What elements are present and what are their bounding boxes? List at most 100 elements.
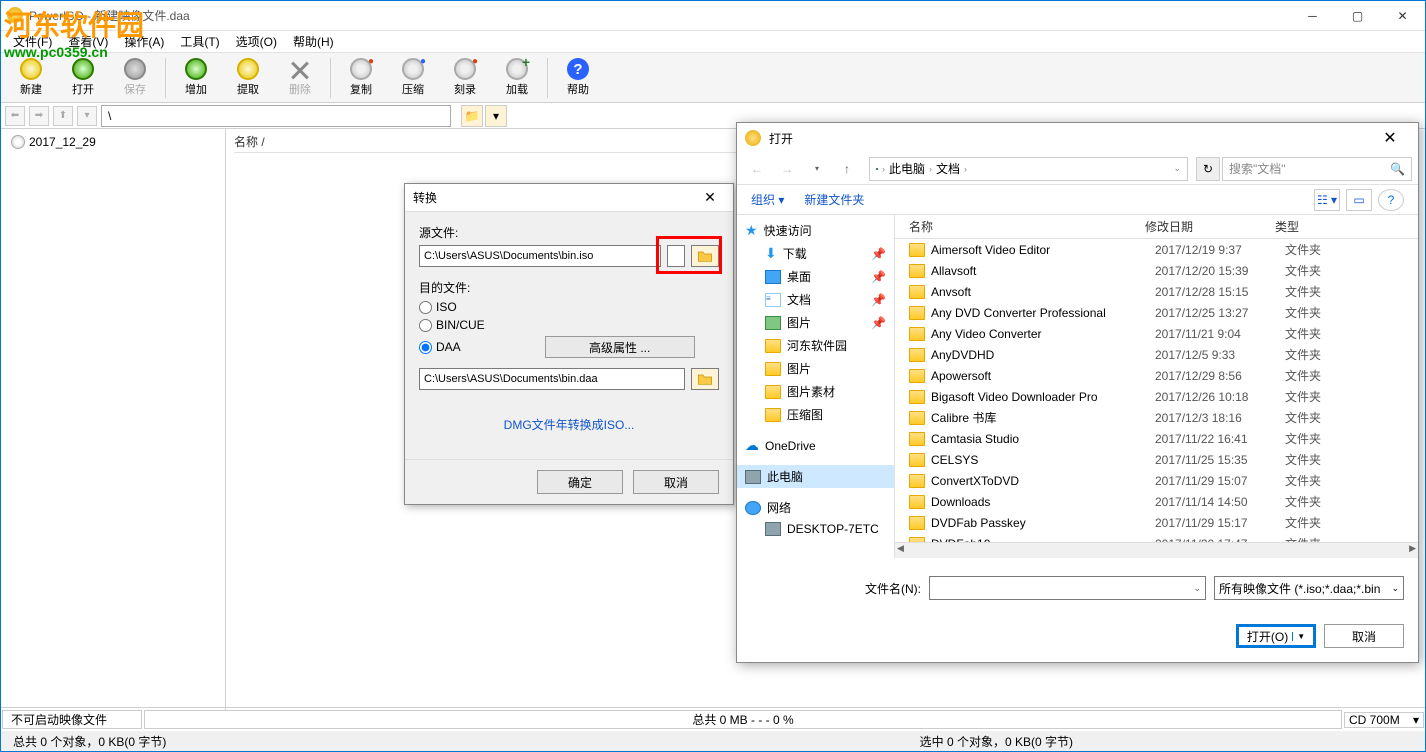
- file-row[interactable]: Any DVD Converter Professional2017/12/25…: [895, 302, 1418, 323]
- file-row[interactable]: DVDFab102017/11/20 17:47文件夹: [895, 533, 1418, 542]
- open-dropdown-icon[interactable]: ▼: [1292, 632, 1305, 641]
- horizontal-scrollbar[interactable]: [895, 542, 1418, 558]
- crumb-docs[interactable]: 文档: [936, 160, 960, 177]
- file-row[interactable]: DVDFab Passkey2017/11/29 15:17文件夹: [895, 512, 1418, 533]
- tree-desktop[interactable]: 桌面📌: [737, 265, 894, 288]
- close-button[interactable]: ✕: [1380, 1, 1425, 30]
- filetype-select[interactable]: 所有映像文件 (*.iso;*.daa;*.bin⌄: [1214, 576, 1404, 600]
- source-input[interactable]: [419, 245, 661, 267]
- toolbar-delete[interactable]: 删除: [274, 55, 326, 101]
- view-mode-button[interactable]: ☷ ▾: [1314, 189, 1340, 211]
- toolbar-new[interactable]: 新建: [5, 55, 57, 101]
- menu-options[interactable]: 选项(O): [228, 31, 285, 52]
- crumb-pc[interactable]: 此电脑: [889, 160, 925, 177]
- nav-dropdown[interactable]: ▾: [77, 106, 97, 126]
- nav-up[interactable]: ⬆: [53, 106, 73, 126]
- new-folder-button[interactable]: 新建文件夹: [804, 191, 864, 208]
- file-row[interactable]: Apowersoft2017/12/29 8:56文件夹: [895, 365, 1418, 386]
- open-button[interactable]: 打开(O)▼: [1236, 624, 1316, 648]
- preview-button[interactable]: ▭: [1346, 189, 1372, 211]
- toolbar-extract[interactable]: 提取: [222, 55, 274, 101]
- toolbar-burn[interactable]: 刻录: [439, 55, 491, 101]
- menu-view[interactable]: 查看(V): [60, 31, 116, 52]
- tree-hedong[interactable]: 河东软件园: [737, 334, 894, 357]
- dmg-link[interactable]: DMG文件年转换成ISO...: [419, 402, 719, 447]
- help-button[interactable]: ?: [1378, 189, 1404, 211]
- maximize-button[interactable]: ▢: [1335, 1, 1380, 30]
- menu-action[interactable]: 操作(A): [116, 31, 172, 52]
- path-input[interactable]: [101, 105, 451, 127]
- menu-help[interactable]: 帮助(H): [285, 31, 342, 52]
- file-name: Downloads: [931, 495, 1155, 509]
- pin-icon: 📌: [871, 293, 886, 307]
- tree-desktop-pc[interactable]: DESKTOP-7ETC: [737, 519, 894, 539]
- file-row[interactable]: ConvertXToDVD2017/11/29 15:07文件夹: [895, 470, 1418, 491]
- convert-ok-button[interactable]: 确定: [537, 470, 623, 494]
- file-row[interactable]: Bigasoft Video Downloader Pro2017/12/26 …: [895, 386, 1418, 407]
- open-nav-back[interactable]: ←: [743, 157, 771, 181]
- nav-folder-icon[interactable]: 📁: [461, 105, 483, 127]
- status-media[interactable]: CD 700M▾: [1344, 712, 1424, 728]
- menu-tools[interactable]: 工具(T): [172, 31, 227, 52]
- toolbar-help[interactable]: ?帮助: [552, 55, 604, 101]
- nav-forward[interactable]: ➡: [29, 106, 49, 126]
- target-input[interactable]: [419, 368, 685, 390]
- toolbar-mount[interactable]: 加载: [491, 55, 543, 101]
- tree-onedrive[interactable]: ☁OneDrive: [737, 434, 894, 457]
- col-type[interactable]: 类型: [1275, 218, 1355, 235]
- file-row[interactable]: Any Video Converter2017/11/21 9:04文件夹: [895, 323, 1418, 344]
- tree-quick-access[interactable]: ★快速访问: [737, 219, 894, 242]
- organize-button[interactable]: 组织 ▾: [751, 191, 784, 208]
- convert-close-button[interactable]: ✕: [695, 189, 725, 206]
- breadcrumb[interactable]: › 此电脑 › 文档 › ⌄: [869, 157, 1188, 181]
- save-icon: [124, 58, 146, 80]
- open-cancel-button[interactable]: 取消: [1324, 624, 1404, 648]
- nav-view-icon[interactable]: ▾: [485, 105, 507, 127]
- file-row[interactable]: Anvsoft2017/12/28 15:15文件夹: [895, 281, 1418, 302]
- radio-daa[interactable]: [419, 341, 432, 354]
- radio-iso[interactable]: [419, 301, 432, 314]
- toolbar-save[interactable]: 保存: [109, 55, 161, 101]
- toolbar-open[interactable]: 打开: [57, 55, 109, 101]
- col-date[interactable]: 修改日期: [1145, 218, 1275, 235]
- file-row[interactable]: AnyDVDHD2017/12/5 9:33文件夹: [895, 344, 1418, 365]
- chevron-down-icon[interactable]: ⌄: [1173, 163, 1181, 174]
- tree-pic-material[interactable]: 图片素材: [737, 380, 894, 403]
- file-row[interactable]: CELSYS2017/11/25 15:35文件夹: [895, 449, 1418, 470]
- refresh-button[interactable]: ↻: [1196, 157, 1220, 181]
- source-browse-button[interactable]: [691, 245, 719, 267]
- open-nav-forward[interactable]: →: [773, 157, 801, 181]
- source-dropdown[interactable]: [667, 245, 685, 267]
- tree-documents[interactable]: ≡文档📌: [737, 288, 894, 311]
- menu-file[interactable]: 文件(F): [5, 31, 60, 52]
- tree-pictures[interactable]: 图片📌: [737, 311, 894, 334]
- file-row[interactable]: Downloads2017/11/14 14:50文件夹: [895, 491, 1418, 512]
- convert-cancel-button[interactable]: 取消: [633, 470, 719, 494]
- advanced-button[interactable]: 高级属性 ...: [545, 336, 695, 358]
- radio-bincue[interactable]: [419, 319, 432, 332]
- target-browse-button[interactable]: [691, 368, 719, 390]
- toolbar-compress[interactable]: 压缩: [387, 55, 439, 101]
- file-row[interactable]: Calibre 书库2017/12/3 18:16文件夹: [895, 407, 1418, 428]
- nav-back[interactable]: ⬅: [5, 106, 25, 126]
- filename-input[interactable]: ⌄: [929, 576, 1206, 600]
- disc-icon: [11, 135, 25, 149]
- file-row[interactable]: Allavsoft2017/12/20 15:39文件夹: [895, 260, 1418, 281]
- open-close-button[interactable]: ✕: [1370, 128, 1410, 148]
- tree-root-node[interactable]: 2017_12_29: [5, 133, 221, 151]
- open-nav-recent[interactable]: ▾: [803, 157, 831, 181]
- tree-compressed[interactable]: 压缩图: [737, 403, 894, 426]
- tree-pictures2[interactable]: 图片: [737, 357, 894, 380]
- minimize-button[interactable]: ─: [1290, 1, 1335, 30]
- file-row[interactable]: Aimersoft Video Editor2017/12/19 9:37文件夹: [895, 239, 1418, 260]
- open-nav-up[interactable]: ↑: [833, 157, 861, 181]
- search-input[interactable]: 搜索"文档" 🔍: [1222, 157, 1412, 181]
- tree-downloads[interactable]: ⬇下载📌: [737, 242, 894, 265]
- tree-network[interactable]: 网络: [737, 496, 894, 519]
- toolbar-copy[interactable]: 复制: [335, 55, 387, 101]
- tree-this-pc[interactable]: 此电脑: [737, 465, 894, 488]
- toolbar-add[interactable]: 增加: [170, 55, 222, 101]
- toolbar-separator: [547, 58, 548, 98]
- file-row[interactable]: Camtasia Studio2017/11/22 16:41文件夹: [895, 428, 1418, 449]
- col-name[interactable]: 名称: [895, 218, 1145, 235]
